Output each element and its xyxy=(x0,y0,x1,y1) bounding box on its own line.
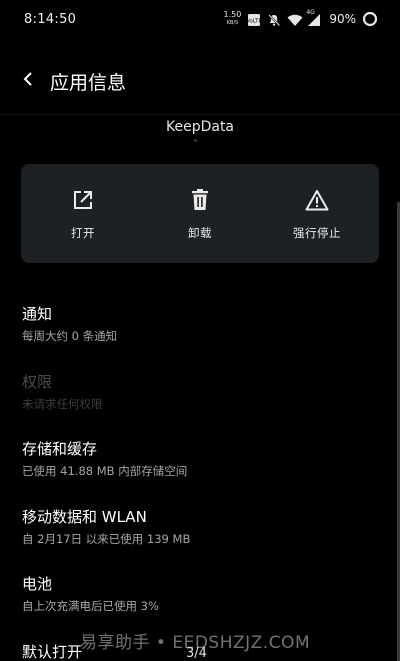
setting-subtitle: 已使用 41.88 MB 内部存储空间 xyxy=(22,464,188,478)
setting-title: 通知 xyxy=(22,305,53,323)
status-bar: 8:14:50 1.50 KB/S VoLTE 4G 90% xyxy=(0,0,400,38)
status-icons: 1.50 KB/S VoLTE 4G 90% xyxy=(224,9,378,27)
open-external-icon xyxy=(71,188,95,212)
setting-subtitle: 未请求任何权限 xyxy=(22,397,103,411)
app-icon xyxy=(194,139,197,142)
status-time: 8:14:50 xyxy=(24,11,77,27)
battery-ring-icon xyxy=(362,11,378,27)
setting-mobile-data-wlan[interactable]: 移动数据和 WLAN 自 2月17日 以来已使用 139 MB xyxy=(22,507,378,547)
setting-permissions: 权限 未请求任何权限 xyxy=(22,372,378,412)
page-indicator: 3/4 xyxy=(186,646,207,661)
uninstall-label: 卸载 xyxy=(188,226,212,240)
setting-notifications[interactable]: 通知 每周大约 0 条通知 xyxy=(22,304,378,344)
setting-subtitle: 自 2月17日 以来已使用 139 MB xyxy=(22,532,191,546)
app-actions-card: 打开 卸载 强行停止 xyxy=(21,164,379,263)
wifi-icon xyxy=(287,12,303,26)
network-type: 4G xyxy=(306,9,315,16)
setting-title: 权限 xyxy=(22,373,53,391)
app-bar: 应用信息 xyxy=(0,58,400,104)
app-name: KeepData xyxy=(165,119,235,135)
setting-title: 存储和缓存 xyxy=(22,440,98,458)
setting-storage-cache[interactable]: 存储和缓存 已使用 41.88 MB 内部存储空间 xyxy=(22,439,378,479)
net-speed-indicator: 1.50 KB/S xyxy=(224,11,242,27)
trash-icon xyxy=(188,188,212,212)
open-label: 打开 xyxy=(71,226,95,240)
open-button[interactable]: 打开 xyxy=(43,164,123,263)
back-button[interactable] xyxy=(0,58,56,104)
setting-title: 移动数据和 WLAN xyxy=(22,508,147,526)
header-divider xyxy=(0,114,400,115)
setting-subtitle: 每周大约 0 条通知 xyxy=(22,329,118,343)
page-title: 应用信息 xyxy=(50,71,127,94)
battery-percent: 90% xyxy=(329,12,356,26)
net-speed-value: 1.50 xyxy=(223,10,242,19)
volte-icon: VoLTE xyxy=(246,12,263,26)
notifications-off-icon xyxy=(267,12,281,27)
warning-icon xyxy=(305,188,329,212)
net-speed-unit: KB/S xyxy=(226,20,239,26)
back-arrow-icon xyxy=(21,71,35,91)
force-stop-label: 强行停止 xyxy=(293,226,341,240)
setting-battery[interactable]: 电池 自上次充满电后已使用 3% xyxy=(22,574,378,614)
uninstall-button[interactable]: 卸载 xyxy=(160,164,240,263)
setting-subtitle: 自上次充满电后已使用 3% xyxy=(22,599,159,613)
svg-text:VoLTE: VoLTE xyxy=(247,19,261,25)
cellular-signal-icon: 4G xyxy=(306,9,321,26)
setting-title: 电池 xyxy=(22,575,53,593)
force-stop-button[interactable]: 强行停止 xyxy=(277,164,357,263)
